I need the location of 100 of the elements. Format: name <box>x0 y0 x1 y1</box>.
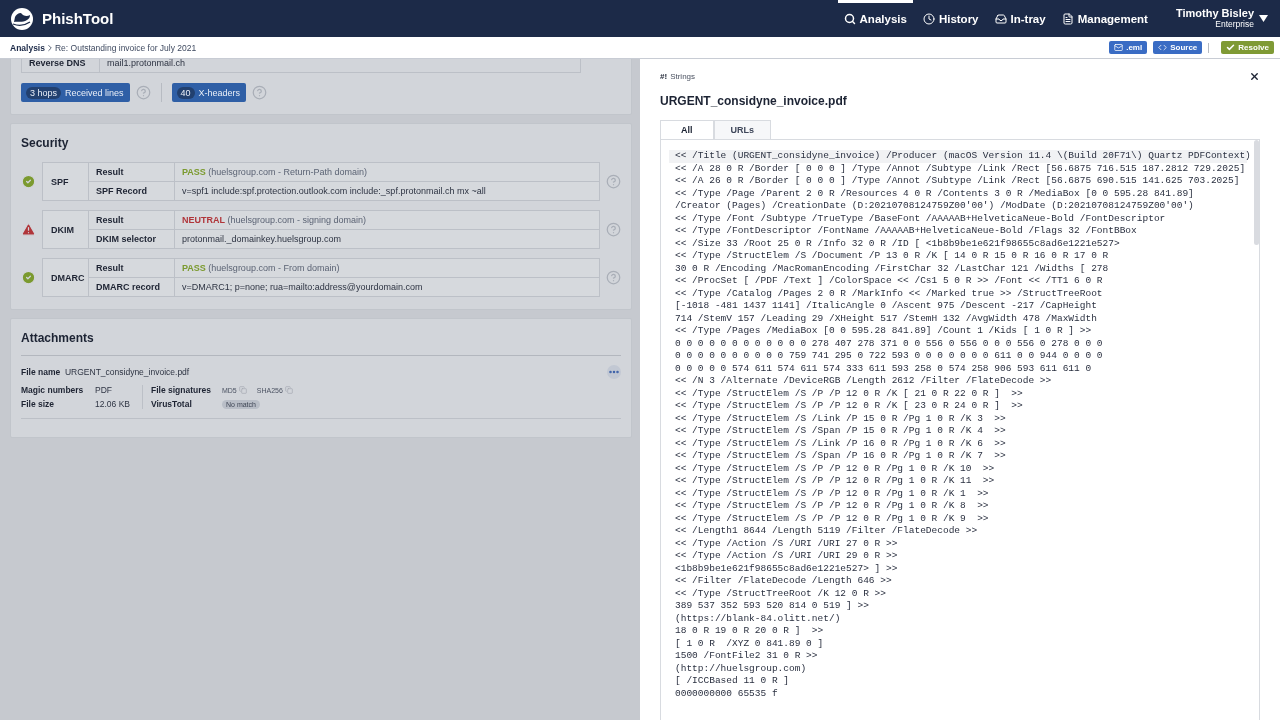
field-value: 12.06 KB <box>95 399 130 409</box>
check-circle-icon <box>21 174 36 189</box>
more-button[interactable] <box>607 365 621 379</box>
search-icon <box>843 12 856 25</box>
string-line: << /Type /StructElem /S /P /P 12 0 R /K [ 23 0 R 24 0 R ] >> <box>674 400 1024 413</box>
user-name: Timothy Bisley <box>1175 8 1254 20</box>
document-icon <box>1061 12 1074 25</box>
drawer-kicker: Strings <box>670 72 696 81</box>
string-line: << /N 3 /Alternate /DeviceRGB /Length 2612 /Filter /FlateDecode >> <box>674 375 1053 388</box>
help-icon[interactable] <box>252 85 268 100</box>
string-line: [-1018 -481 1437 1141] /ItalicAngle 0 /Ascent 975 /Descent -217 /CapHeight <box>674 300 1098 313</box>
tab[interactable]: All <box>660 120 714 140</box>
nav-item[interactable]: In-tray <box>988 0 1052 37</box>
string-line: << /Type /StructElem /S /P /P 12 0 R /Pg 1 0 R /K 11 >> <box>674 475 996 488</box>
string-line: << /Type /Action /S /URI /URI 27 0 R >> <box>674 537 899 550</box>
warning-icon <box>21 222 36 237</box>
string-line: 30 0 R /Encoding /MacRomanEncoding /FirstChar 32 /LastChar 121 /Widths [ 278 <box>674 262 1110 275</box>
row-label: SPF Record <box>89 182 175 200</box>
string-line: << /Type /StructElem /S /P /P 12 0 R /K [ 21 0 R 22 0 R ] >> <box>674 387 1024 400</box>
row-label: DMARC record <box>89 278 175 296</box>
help-icon[interactable] <box>606 174 621 189</box>
section-title: Attachments <box>21 331 95 345</box>
breadcrumb-link[interactable]: Re: Outstanding invoice for July 2021 <box>54 42 197 53</box>
row-value: PASS (huelsgroup.com - Return-Path domain) <box>175 163 599 182</box>
string-line: << /Filter /FlateDecode /Length 646 >> <box>674 575 893 588</box>
string-line: 714 /StemV 157 /Leading 29 /XHeight 517 /StemH 132 /AvgWidth 478 /MaxWidth <box>674 312 1098 325</box>
string-line: 0 0 0 0 0 0 0 0 0 0 759 741 295 0 722 593 0 0 0 0 0 0 0 611 0 0 944 0 0 0 0 <box>674 350 1104 363</box>
string-line: << /ProcSet [ /PDF /Text ] /ColorSpace << /Cs1 5 0 R >> /Font << /TT1 6 0 R <box>674 275 1104 288</box>
string-line: 0000000000 65535 f <box>674 687 779 700</box>
help-icon[interactable] <box>606 270 621 285</box>
string-line: 18 0 R 19 0 R 20 0 R ] >> <box>674 625 825 638</box>
row-label: Result <box>89 163 175 182</box>
string-line: 389 537 352 593 520 814 0 519 ] >> <box>674 600 870 613</box>
counter-button[interactable]: 3 hops Received lines <box>21 83 130 102</box>
logo-icon <box>10 6 34 31</box>
check-name: DKIM <box>43 211 89 248</box>
row-value: v=spf1 include:spf.protection.outlook.com include:_spf.protonmail.ch mx ~all <box>181 185 487 198</box>
tab[interactable]: URLs <box>713 120 772 140</box>
help-icon[interactable] <box>135 85 151 100</box>
field-label: File signatures <box>151 385 212 395</box>
string-line: << /Size 33 /Root 25 0 R /Info 32 0 R /ID [ <1b8b9be1e621f98655c8ad6e1221e527> <box>674 237 1121 250</box>
string-line: 1500 /FontFile2 31 0 R >> <box>674 650 819 663</box>
string-line: << /Type /StructTreeRoot /K 12 0 R >> <box>674 587 887 600</box>
file-name: URGENT_considyne_invoice.pdf <box>64 367 190 377</box>
string-line: << /Type /StructElem /S /P /P 12 0 R /Pg 1 0 R /K 1 >> <box>674 487 990 500</box>
string-line: << /Type /StructElem /S /P /P 12 0 R /Pg 1 0 R /K 8 >> <box>674 500 990 513</box>
string-line: 0 0 0 0 0 574 611 574 611 574 333 611 593 258 0 574 258 906 593 611 611 0 <box>674 362 1093 375</box>
string-line: [ 1 0 R /XYZ 0 841.89 0 ] <box>674 637 825 650</box>
check-name: SPF <box>43 163 89 200</box>
row-value: NEUTRAL (huelsgroup.com - signing domain) <box>175 211 599 230</box>
string-line: << /Type /Catalog /Pages 2 0 R /MarkInfo << /Marked true >> /StructTreeRoot <box>674 287 1104 300</box>
string-line: << /Type /Font /Subtype /TrueType /BaseFont /AAAAAB+HelveticaNeue-Bold /FontDescriptor <box>674 212 1167 225</box>
close-button[interactable] <box>1249 71 1260 82</box>
row-label: Result <box>89 259 175 278</box>
field-label: VirusTotal <box>151 399 193 409</box>
field-value: PDF <box>95 385 113 395</box>
row-label: DKIM selector <box>89 230 175 248</box>
string-line: << /Type /StructElem /S /P /P 12 0 R /Pg 1 0 R /K 10 >> <box>674 462 996 475</box>
string-line: << /Length1 8644 /Length 5119 /Filter /FlateDecode >> <box>674 525 979 538</box>
check-circle-icon <box>21 270 36 285</box>
field-label: File name <box>21 367 61 377</box>
hashbang-icon: #! <box>660 72 668 81</box>
string-line: (https://blank-84.olitt.net/) <box>674 612 842 625</box>
nav-item[interactable]: Management <box>1055 0 1154 37</box>
field-label: File size <box>21 399 56 409</box>
string-line: /Creator (Pages) /CreationDate (D:20210708124759Z00'00') /ModDate (D:20210708124759Z00'00') <box>674 200 1195 213</box>
string-line: << /A 28 0 R /Border [ 0 0 0 ] /Type /Annot /Subtype /Link /Rect [56.6875 716.515 187.2812 729.2025] <box>674 162 1247 175</box>
user-plan: Enterprise <box>1215 19 1254 29</box>
app-name: PhishTool <box>42 10 114 27</box>
download-button[interactable]: .eml <box>1109 41 1148 54</box>
drawer-title: URGENT_considyne_invoice.pdf <box>660 94 848 108</box>
row-value: protonmail._domainkey.huelsgroup.com <box>181 233 342 246</box>
string-line: << /Type /StructElem /S /Document /P 13 0 R /K [ 14 0 R 15 0 R 16 0 R 17 0 R <box>674 250 1110 263</box>
help-icon[interactable] <box>606 222 621 237</box>
string-line: << /Type /Action /S /URI /URI 29 0 R >> <box>674 550 899 563</box>
row-label: Reverse DNS <box>22 59 100 72</box>
string-line: (http://huelsgroup.com) <box>674 662 808 675</box>
check-icon <box>1226 43 1236 52</box>
string-line: << /Type /StructElem /S /Span /P 16 0 R /Pg 1 0 R /K 7 >> <box>674 450 1007 463</box>
counter-button[interactable]: 40 X-headers <box>171 83 247 102</box>
row-value: PASS (huelsgroup.com - From domain) <box>175 259 599 278</box>
string-line: << /Type /Pages /MediaBox [0 0 595.28 841.89] /Count 1 /Kids [ 1 0 R ] >> <box>674 325 1093 338</box>
string-line: << /Type /StructElem /S /Link /P 15 0 R /Pg 1 0 R /K 3 >> <box>674 412 1007 425</box>
string-line: << /Type /StructElem /S /Link /P 16 0 R /Pg 1 0 R /K 6 >> <box>674 437 1007 450</box>
code-icon <box>1158 43 1168 52</box>
nav-item[interactable]: History <box>916 0 985 37</box>
source-button[interactable]: Source <box>1153 41 1203 54</box>
row-value: v=DMARC1; p=none; rua=mailto:address@yourdomain.com <box>181 281 424 294</box>
field-label: Magic numbers <box>21 385 85 395</box>
string-line: <1b8b9be1e621f98655c8ad6e1221e527> ] >> <box>674 562 899 575</box>
string-line: << /Type /Page /Parent 2 0 R /Resources 4 0 R /Contents 3 0 R /MediaBox [0 0 595.28 841.89] <box>674 187 1195 200</box>
row-value: mail1.protonmail.ch <box>106 59 187 70</box>
string-line: [ /ICCBased 11 0 R ] <box>674 675 791 688</box>
dropdown-caret-icon[interactable] <box>1259 15 1268 22</box>
clock-icon <box>922 12 935 25</box>
copy-icon <box>238 386 247 394</box>
breadcrumb-link[interactable]: Analysis <box>10 42 45 53</box>
envelope-icon <box>1114 43 1124 52</box>
row-label: Result <box>89 211 175 230</box>
string-line: << /Type /StructElem /S /P /P 12 0 R /Pg 1 0 R /K 9 >> <box>674 512 990 525</box>
